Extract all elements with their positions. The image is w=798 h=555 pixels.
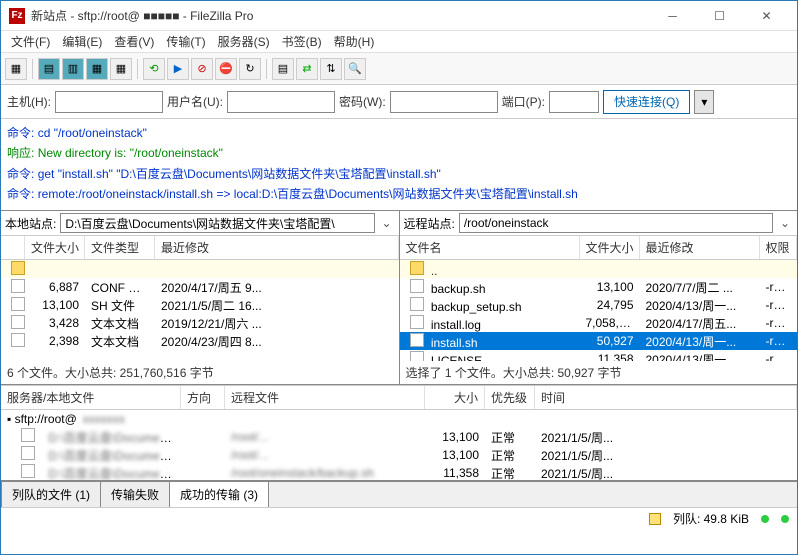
reconnect-button[interactable]: ↻: [239, 58, 261, 80]
site-manager-button[interactable]: ▦: [5, 58, 27, 80]
app-icon: Fz: [9, 8, 25, 24]
menu-item[interactable]: 文件(F): [5, 31, 56, 52]
toggle-local-tree-button[interactable]: ▥: [62, 58, 84, 80]
folder-icon: [11, 261, 25, 275]
file-icon: [11, 297, 25, 311]
table-row[interactable]: install.sh50,9272020/4/13/周一...-rwxr-xr-…: [400, 332, 798, 350]
user-label: 用户名(U):: [167, 93, 223, 110]
port-label: 端口(P):: [502, 93, 545, 110]
toggle-queue-button[interactable]: ▦: [110, 58, 132, 80]
local-path-dropdown[interactable]: ⌄: [379, 216, 395, 230]
queue-col-time[interactable]: 时间: [535, 386, 797, 409]
queue-size-label: 列队: 49.8 KiB: [673, 510, 749, 527]
local-site-label: 本地站点:: [5, 215, 56, 232]
file-icon: [410, 297, 424, 311]
remote-col-name[interactable]: 文件名: [400, 236, 580, 259]
compare-button[interactable]: ⇄: [296, 58, 318, 80]
host-input[interactable]: [55, 91, 163, 113]
table-row[interactable]: 2,398文本文档2020/4/23/周四 8...: [1, 332, 399, 350]
connection-status-icon: [761, 515, 769, 523]
file-icon: [11, 279, 25, 293]
toggle-remote-tree-button[interactable]: ▦: [86, 58, 108, 80]
transfer-queue[interactable]: ▪ sftp://root@xxxxxxx D:\百度云盘\Documents\…: [1, 410, 797, 480]
filter-button[interactable]: ▤: [272, 58, 294, 80]
disconnect-button[interactable]: ⛔: [215, 58, 237, 80]
local-path-input[interactable]: [60, 213, 374, 233]
file-icon: [410, 351, 424, 362]
quickconnect-dropdown[interactable]: ▾: [694, 90, 714, 114]
queue-row[interactable]: D:\百度云盘\Documents\.../root/...13,100正常20…: [1, 446, 797, 464]
remote-col-perms[interactable]: 权限: [760, 236, 798, 259]
file-icon: [11, 333, 25, 347]
queue-server-row[interactable]: ▪ sftp://root@xxxxxxx: [1, 410, 797, 428]
table-row[interactable]: 3,428文本文档2019/12/21/周六 ...: [1, 314, 399, 332]
menu-item[interactable]: 编辑(E): [56, 31, 108, 52]
user-input[interactable]: [227, 91, 335, 113]
table-row[interactable]: ..: [400, 260, 798, 278]
local-col-icon[interactable]: [1, 236, 25, 259]
local-col-modified[interactable]: 最近修改: [155, 236, 399, 259]
lock-icon: [649, 513, 661, 525]
remote-file-list[interactable]: .. backup.sh13,1002020/7/7/周二 ...-rwxr-x…: [400, 260, 798, 361]
remote-col-modified[interactable]: 最近修改: [640, 236, 760, 259]
host-label: 主机(H):: [7, 93, 51, 110]
quickconnect-button[interactable]: 快速连接(Q): [603, 90, 690, 114]
file-icon: [11, 315, 25, 329]
menu-item[interactable]: 书签(B): [276, 31, 328, 52]
local-col-size[interactable]: 文件大小: [25, 236, 85, 259]
minimize-button[interactable]: ─: [650, 2, 695, 30]
queue-row[interactable]: D:\百度云盘\Documents\.../root/oneinstack/ba…: [1, 464, 797, 480]
port-input[interactable]: [549, 91, 599, 113]
remote-col-size[interactable]: 文件大小: [580, 236, 640, 259]
table-row[interactable]: 6,887CONF 文件2020/4/17/周五 9...: [1, 278, 399, 296]
file-icon: [410, 315, 424, 329]
search-button[interactable]: 🔍: [344, 58, 366, 80]
menu-item[interactable]: 帮助(H): [328, 31, 381, 52]
process-queue-button[interactable]: ▶: [167, 58, 189, 80]
sync-browse-button[interactable]: ⇅: [320, 58, 342, 80]
menu-item[interactable]: 服务器(S): [212, 31, 276, 52]
separator: [266, 59, 267, 79]
menu-item[interactable]: 传输(T): [160, 31, 211, 52]
local-file-list[interactable]: 6,887CONF 文件2020/4/17/周五 9...13,100SH 文件…: [1, 260, 399, 361]
queue-col-direction[interactable]: 方向: [181, 386, 225, 409]
queue-col-remote[interactable]: 远程文件: [225, 386, 425, 409]
queue-tab[interactable]: 列队的文件 (1): [1, 481, 101, 507]
folder-icon: [410, 261, 424, 275]
remote-path-dropdown[interactable]: ⌄: [777, 216, 793, 230]
queue-row[interactable]: D:\百度云盘\Documents\.../root/...13,100正常20…: [1, 428, 797, 446]
local-status: 6 个文件。大小总共: 251,760,516 字节: [1, 361, 399, 384]
pass-input[interactable]: [390, 91, 498, 113]
remote-path-input[interactable]: [459, 213, 773, 233]
queue-col-size[interactable]: 大小: [425, 386, 485, 409]
table-row[interactable]: backup.sh13,1002020/7/7/周二 ...-rwxr-xr-x: [400, 278, 798, 296]
queue-col-server[interactable]: 服务器/本地文件: [1, 386, 181, 409]
pass-label: 密码(W):: [339, 93, 386, 110]
queue-col-priority[interactable]: 优先级: [485, 386, 535, 409]
toggle-log-button[interactable]: ▤: [38, 58, 60, 80]
queue-tab[interactable]: 成功的传输 (3): [169, 481, 269, 507]
close-button[interactable]: ✕: [744, 2, 789, 30]
table-row[interactable]: [1, 260, 399, 278]
local-col-type[interactable]: 文件类型: [85, 236, 155, 259]
remote-site-label: 远程站点:: [404, 215, 455, 232]
queue-tab[interactable]: 传输失败: [100, 481, 170, 507]
window-title: 新站点 - sftp://root@ ■■■■■ - FileZilla Pro: [31, 7, 650, 24]
separator: [137, 59, 138, 79]
file-icon: [410, 333, 424, 347]
cancel-button[interactable]: ⊘: [191, 58, 213, 80]
connection-status-icon: [781, 515, 789, 523]
table-row[interactable]: backup_setup.sh24,7952020/4/13/周一...-rwx…: [400, 296, 798, 314]
message-log[interactable]: 命令: cd "/root/oneinstack"响应: New directo…: [1, 119, 797, 211]
separator: [32, 59, 33, 79]
remote-status: 选择了 1 个文件。大小总共: 50,927 字节: [400, 361, 798, 384]
maximize-button[interactable]: ☐: [697, 2, 742, 30]
table-row[interactable]: LICENSE11,3582020/4/13/周一...-rw-r--r--: [400, 350, 798, 361]
menu-item[interactable]: 查看(V): [108, 31, 160, 52]
refresh-button[interactable]: ⟲: [143, 58, 165, 80]
file-icon: [410, 279, 424, 293]
table-row[interactable]: 13,100SH 文件2021/1/5/周二 16...: [1, 296, 399, 314]
table-row[interactable]: install.log7,058,6...2020/4/17/周五...-rw-…: [400, 314, 798, 332]
